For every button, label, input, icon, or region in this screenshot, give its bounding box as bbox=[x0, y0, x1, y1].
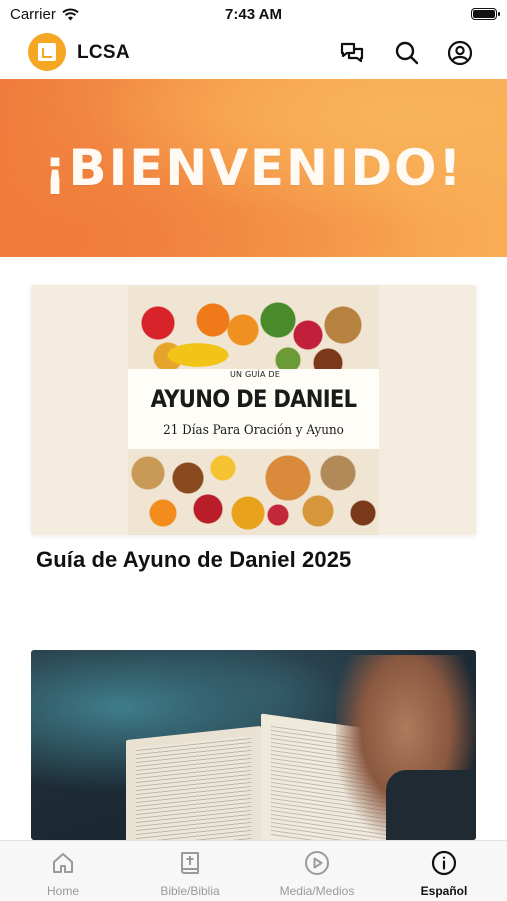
info-icon bbox=[430, 849, 458, 877]
tab-label: Bible/Biblia bbox=[160, 884, 220, 898]
tab-bible[interactable]: Bible/Biblia bbox=[127, 841, 253, 901]
tab-label: Media/Medios bbox=[279, 884, 355, 898]
battery-icon bbox=[471, 8, 500, 20]
food-illustration-top bbox=[128, 285, 379, 377]
tab-bar: Home Bible/Biblia Media/Medios Español bbox=[0, 840, 507, 901]
play-icon bbox=[303, 849, 331, 877]
tab-media[interactable]: Media/Medios bbox=[254, 841, 380, 901]
daniel-fast-poster: UN GUÍA DE AYUNO DE DANIEL 21 Días Para … bbox=[128, 285, 379, 535]
clock: 7:43 AM bbox=[225, 6, 282, 23]
tab-label: Home bbox=[46, 884, 79, 898]
tab-label: Español bbox=[420, 884, 468, 898]
poster-subtitle: 21 Días Para Oración y Ayuno bbox=[163, 423, 344, 438]
feed-card-image[interactable]: UN GUÍA DE AYUNO DE DANIEL 21 Días Para … bbox=[31, 285, 476, 535]
food-illustration-bottom bbox=[128, 443, 379, 535]
welcome-banner: ¡BIENVENIDO! bbox=[0, 79, 507, 257]
poster-kicker: UN GUÍA DE bbox=[230, 370, 281, 379]
app-name: LCSA bbox=[77, 42, 130, 63]
tab-home[interactable]: Home bbox=[0, 841, 126, 901]
profile-icon[interactable] bbox=[445, 38, 475, 68]
search-icon[interactable] bbox=[392, 38, 422, 68]
bible-icon bbox=[176, 849, 204, 877]
status-bar: Carrier 7:43 AM bbox=[0, 0, 507, 28]
app-logo[interactable] bbox=[28, 33, 66, 71]
chat-icon[interactable] bbox=[337, 38, 367, 68]
home-icon bbox=[49, 849, 77, 877]
app-header: LCSA bbox=[0, 28, 507, 78]
banner-text: ¡BIENVENIDO! bbox=[43, 139, 464, 197]
poster-title: AYUNO DE DANIEL bbox=[150, 385, 358, 413]
tab-espanol[interactable]: Español bbox=[381, 841, 507, 901]
feed-card-title[interactable]: Guía de Ayuno de Daniel 2025 bbox=[36, 547, 351, 573]
feed-card-image[interactable] bbox=[31, 650, 476, 840]
